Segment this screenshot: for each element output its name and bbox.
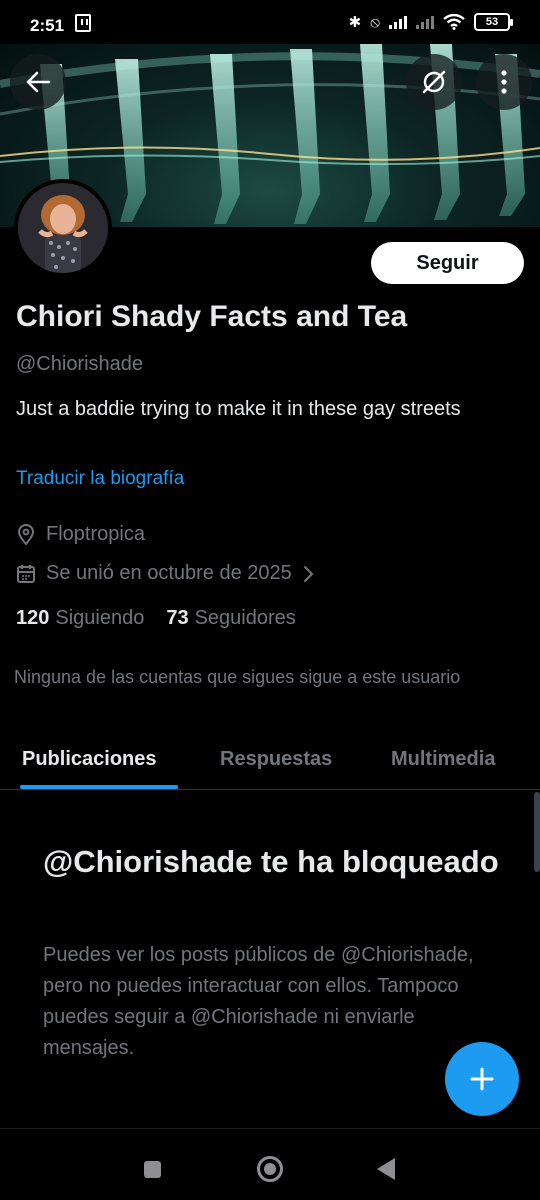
- following-count: 120: [16, 607, 50, 629]
- status-icons: ✱ ⦸ 53: [348, 13, 513, 31]
- avatar[interactable]: [14, 179, 112, 277]
- signal-2-icon: [416, 15, 434, 29]
- profile-location: Floptropica: [16, 523, 145, 546]
- profile-bio: Just a baddie trying to make it in these…: [16, 398, 461, 420]
- following-label: Siguiendo: [55, 607, 145, 629]
- location-text: Floptropica: [46, 523, 145, 545]
- tab-respuestas[interactable]: Respuestas: [220, 748, 332, 771]
- profile-handle: @Chiorishade: [16, 353, 144, 375]
- blocked-title: @Chiorishade te ha bloqueado: [43, 844, 499, 879]
- profile-display-name: Chiori Shady Facts and Tea: [16, 300, 408, 333]
- active-tab-indicator: [20, 785, 178, 789]
- more-options-button[interactable]: [476, 54, 532, 110]
- calendar-icon: [17, 564, 35, 583]
- battery-icon: 53: [474, 13, 513, 31]
- followers-label: Seguidores: [194, 607, 296, 629]
- grok-icon: [422, 70, 446, 94]
- avatar-image: [18, 183, 108, 273]
- back-arrow-icon: [26, 71, 51, 93]
- location-pin-icon: [17, 523, 35, 546]
- plus-icon: [470, 1067, 494, 1091]
- grok-button[interactable]: [406, 54, 462, 110]
- signal-icon: [389, 15, 407, 29]
- follow-button[interactable]: Seguir: [371, 242, 524, 284]
- profile-joined-date[interactable]: Se unió en octubre de 2025: [16, 562, 314, 585]
- system-back-button[interactable]: [377, 1158, 395, 1180]
- system-navigation-bar: [0, 1128, 540, 1200]
- twitch-notification-icon: [75, 14, 91, 32]
- tab-publicaciones[interactable]: Publicaciones: [22, 748, 157, 771]
- more-vertical-icon: [501, 70, 507, 94]
- profile-tabs: Publicaciones Respuestas Multimedia: [0, 728, 540, 790]
- bluetooth-icon: ✱: [348, 14, 362, 31]
- silent-icon: ⦸: [370, 13, 380, 31]
- followers-link[interactable]: 73 Seguidores: [166, 607, 295, 630]
- blocked-description: Puedes ver los posts públicos de @Chiori…: [43, 944, 474, 1059]
- compose-post-button[interactable]: [445, 1042, 519, 1116]
- joined-text: Se unió en octubre de 2025: [46, 562, 292, 584]
- wifi-icon: [443, 14, 465, 30]
- recents-button[interactable]: [144, 1161, 161, 1178]
- translate-bio-link[interactable]: Traducir la biografía: [16, 468, 184, 490]
- tab-multimedia[interactable]: Multimedia: [391, 748, 495, 771]
- back-button[interactable]: [10, 54, 66, 110]
- status-time: 2:51: [30, 16, 65, 35]
- following-link[interactable]: 120 Siguiendo: [16, 607, 144, 630]
- home-button[interactable]: [257, 1156, 283, 1182]
- chevron-right-icon: [303, 565, 314, 582]
- mutual-followers-note: Ninguna de las cuentas que sigues sigue …: [14, 667, 461, 687]
- scrollbar[interactable]: [534, 792, 540, 872]
- followers-count: 73: [166, 607, 189, 629]
- profile-stats: 120 Siguiendo 73 Seguidores: [16, 607, 296, 630]
- status-bar: 2:51 ✱ ⦸ 53: [0, 0, 540, 48]
